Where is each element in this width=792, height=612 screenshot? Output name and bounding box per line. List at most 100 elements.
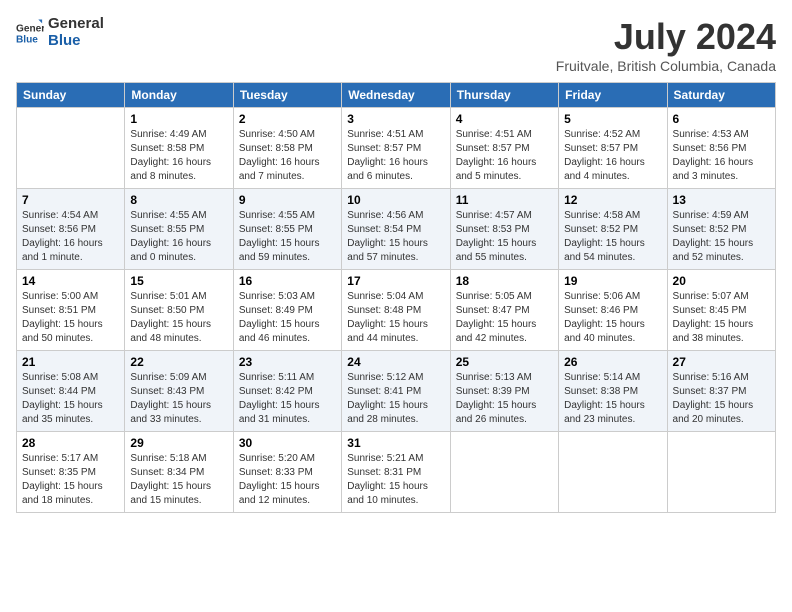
day-detail: Sunrise: 5:06 AM Sunset: 8:46 PM Dayligh… [564, 290, 661, 346]
header-row: SundayMondayTuesdayWednesdayThursdayFrid… [17, 83, 776, 108]
day-cell: 15 Sunrise: 5:01 AM Sunset: 8:50 PM Dayli… [125, 270, 233, 351]
day-detail: Sunrise: 4:59 AM Sunset: 8:52 PM Dayligh… [673, 209, 770, 265]
day-cell [667, 432, 775, 513]
day-detail: Sunrise: 5:08 AM Sunset: 8:44 PM Dayligh… [22, 371, 119, 427]
day-cell: 4Sunrise: 4:51 AM Sunset: 8:57 PM Daylig… [450, 108, 558, 189]
day-cell: 27Sunrise: 5:16 AM Sunset: 8:37 PM Dayli… [667, 351, 775, 432]
day-cell: 19 Sunrise: 5:06 AM Sunset: 8:46 PM Dayli… [559, 270, 667, 351]
day-cell: 7 Sunrise: 4:54 AM Sunset: 8:56 PM Daylig… [17, 189, 125, 270]
day-detail: Sunrise: 5:13 AM Sunset: 8:39 PM Dayligh… [456, 371, 553, 427]
header-cell-tuesday: Tuesday [233, 83, 341, 108]
day-number: 15 [130, 274, 227, 288]
page-header: General Blue General Blue July 2024 Frui… [16, 16, 776, 74]
day-cell: 20 Sunrise: 5:07 AM Sunset: 8:45 PM Dayli… [667, 270, 775, 351]
day-cell: 28Sunrise: 5:17 AM Sunset: 8:35 PM Dayli… [17, 432, 125, 513]
title-block: July 2024 Fruitvale, British Columbia, C… [556, 16, 776, 74]
day-cell: 25 Sunrise: 5:13 AM Sunset: 8:39 PM Dayli… [450, 351, 558, 432]
day-cell: 21 Sunrise: 5:08 AM Sunset: 8:44 PM Dayli… [17, 351, 125, 432]
day-cell: 10 Sunrise: 4:56 AM Sunset: 8:54 PM Dayli… [342, 189, 450, 270]
day-detail: Sunrise: 5:20 AM Sunset: 8:33 PM Dayligh… [239, 452, 336, 508]
day-number: 23 [239, 355, 336, 369]
day-cell: 16Sunrise: 5:03 AM Sunset: 8:49 PM Dayli… [233, 270, 341, 351]
day-number: 10 [347, 193, 444, 207]
day-detail: Sunrise: 4:53 AM Sunset: 8:56 PM Dayligh… [673, 128, 770, 184]
day-cell: 18 Sunrise: 5:05 AM Sunset: 8:47 PM Dayli… [450, 270, 558, 351]
day-detail: Sunrise: 5:01 AM Sunset: 8:50 PM Dayligh… [130, 290, 227, 346]
day-number: 7 [22, 193, 119, 207]
day-number: 11 [456, 193, 553, 207]
day-number: 19 [564, 274, 661, 288]
svg-text:Blue: Blue [16, 34, 38, 45]
day-cell: 13Sunrise: 4:59 AM Sunset: 8:52 PM Dayli… [667, 189, 775, 270]
day-number: 31 [347, 436, 444, 450]
day-detail: Sunrise: 5:18 AM Sunset: 8:34 PM Dayligh… [130, 452, 227, 508]
day-number: 8 [130, 193, 227, 207]
week-row-2: 7 Sunrise: 4:54 AM Sunset: 8:56 PM Daylig… [17, 189, 776, 270]
logo-blue: Blue [48, 33, 104, 50]
day-number: 20 [673, 274, 770, 288]
day-cell [559, 432, 667, 513]
day-cell: 6 Sunrise: 4:53 AM Sunset: 8:56 PM Daylig… [667, 108, 775, 189]
day-cell: 5 Sunrise: 4:52 AM Sunset: 8:57 PM Daylig… [559, 108, 667, 189]
day-detail: Sunrise: 4:57 AM Sunset: 8:53 PM Dayligh… [456, 209, 553, 265]
week-row-5: 28Sunrise: 5:17 AM Sunset: 8:35 PM Dayli… [17, 432, 776, 513]
day-number: 14 [22, 274, 119, 288]
day-detail: Sunrise: 4:58 AM Sunset: 8:52 PM Dayligh… [564, 209, 661, 265]
day-cell [450, 432, 558, 513]
day-detail: Sunrise: 4:51 AM Sunset: 8:57 PM Dayligh… [347, 128, 444, 184]
day-number: 21 [22, 355, 119, 369]
day-number: 28 [22, 436, 119, 450]
day-cell: 11 Sunrise: 4:57 AM Sunset: 8:53 PM Dayli… [450, 189, 558, 270]
day-number: 29 [130, 436, 227, 450]
day-cell: 30 Sunrise: 5:20 AM Sunset: 8:33 PM Dayli… [233, 432, 341, 513]
day-number: 27 [673, 355, 770, 369]
day-detail: Sunrise: 4:54 AM Sunset: 8:56 PM Dayligh… [22, 209, 119, 265]
week-row-3: 14Sunrise: 5:00 AM Sunset: 8:51 PM Dayli… [17, 270, 776, 351]
logo: General Blue General Blue [16, 16, 104, 49]
day-number: 2 [239, 112, 336, 126]
day-detail: Sunrise: 5:05 AM Sunset: 8:47 PM Dayligh… [456, 290, 553, 346]
day-detail: Sunrise: 4:50 AM Sunset: 8:58 PM Dayligh… [239, 128, 336, 184]
day-detail: Sunrise: 5:21 AM Sunset: 8:31 PM Dayligh… [347, 452, 444, 508]
day-detail: Sunrise: 5:12 AM Sunset: 8:41 PM Dayligh… [347, 371, 444, 427]
day-number: 16 [239, 274, 336, 288]
day-detail: Sunrise: 5:11 AM Sunset: 8:42 PM Dayligh… [239, 371, 336, 427]
month-title: July 2024 [556, 16, 776, 58]
day-number: 5 [564, 112, 661, 126]
day-number: 1 [130, 112, 227, 126]
day-cell: 8Sunrise: 4:55 AM Sunset: 8:55 PM Daylig… [125, 189, 233, 270]
day-cell: 29 Sunrise: 5:18 AM Sunset: 8:34 PM Dayli… [125, 432, 233, 513]
day-detail: Sunrise: 4:52 AM Sunset: 8:57 PM Dayligh… [564, 128, 661, 184]
day-cell: 23 Sunrise: 5:11 AM Sunset: 8:42 PM Dayli… [233, 351, 341, 432]
day-number: 4 [456, 112, 553, 126]
day-number: 6 [673, 112, 770, 126]
day-number: 30 [239, 436, 336, 450]
header-cell-friday: Friday [559, 83, 667, 108]
week-row-1: 1 Sunrise: 4:49 AM Sunset: 8:58 PM Daylig… [17, 108, 776, 189]
day-detail: Sunrise: 5:07 AM Sunset: 8:45 PM Dayligh… [673, 290, 770, 346]
day-detail: Sunrise: 5:04 AM Sunset: 8:48 PM Dayligh… [347, 290, 444, 346]
day-number: 9 [239, 193, 336, 207]
day-cell [17, 108, 125, 189]
day-cell: 22 Sunrise: 5:09 AM Sunset: 8:43 PM Dayli… [125, 351, 233, 432]
day-detail: Sunrise: 4:56 AM Sunset: 8:54 PM Dayligh… [347, 209, 444, 265]
day-detail: Sunrise: 4:55 AM Sunset: 8:55 PM Dayligh… [239, 209, 336, 265]
day-cell: 17 Sunrise: 5:04 AM Sunset: 8:48 PM Dayli… [342, 270, 450, 351]
day-number: 18 [456, 274, 553, 288]
day-cell: 31 Sunrise: 5:21 AM Sunset: 8:31 PM Dayli… [342, 432, 450, 513]
day-cell: 14Sunrise: 5:00 AM Sunset: 8:51 PM Dayli… [17, 270, 125, 351]
logo-icon: General Blue [16, 19, 44, 47]
location-title: Fruitvale, British Columbia, Canada [556, 58, 776, 74]
day-cell: 24 Sunrise: 5:12 AM Sunset: 8:41 PM Dayli… [342, 351, 450, 432]
day-number: 24 [347, 355, 444, 369]
day-detail: Sunrise: 4:49 AM Sunset: 8:58 PM Dayligh… [130, 128, 227, 184]
day-detail: Sunrise: 5:09 AM Sunset: 8:43 PM Dayligh… [130, 371, 227, 427]
day-number: 22 [130, 355, 227, 369]
header-cell-thursday: Thursday [450, 83, 558, 108]
day-number: 17 [347, 274, 444, 288]
calendar-table: SundayMondayTuesdayWednesdayThursdayFrid… [16, 82, 776, 513]
header-cell-wednesday: Wednesday [342, 83, 450, 108]
day-cell: 2 Sunrise: 4:50 AM Sunset: 8:58 PM Daylig… [233, 108, 341, 189]
week-row-4: 21 Sunrise: 5:08 AM Sunset: 8:44 PM Dayli… [17, 351, 776, 432]
day-number: 25 [456, 355, 553, 369]
